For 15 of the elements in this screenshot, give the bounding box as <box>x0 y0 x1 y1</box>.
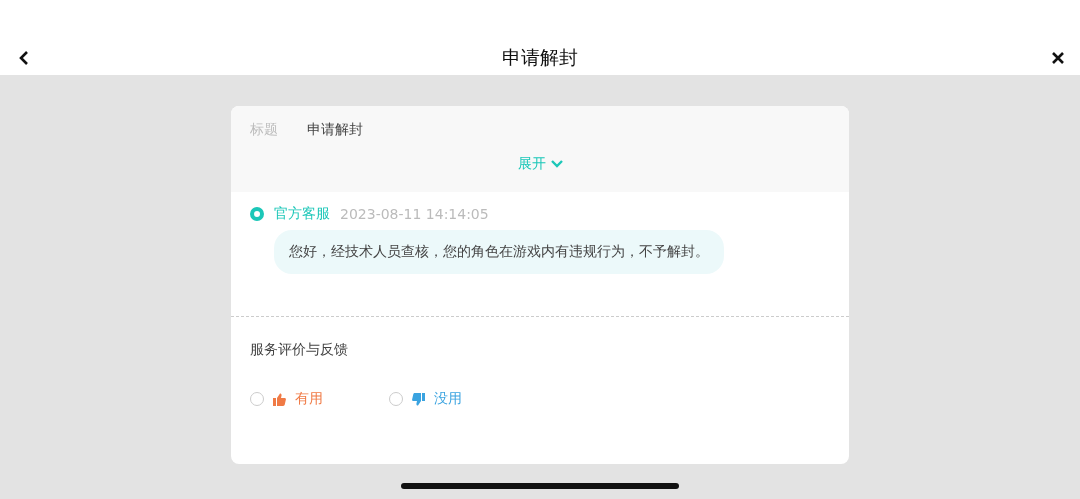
thumbs-down-icon <box>412 392 425 406</box>
field-value: 申请解封 <box>307 121 363 139</box>
page-title: 申请解封 <box>502 46 578 68</box>
back-icon <box>19 51 29 65</box>
timestamp: 2023-08-11 14:14:05 <box>340 206 489 222</box>
section-heading: 服务评价与反馈 <box>250 341 349 359</box>
thumbs-up-icon <box>273 392 286 406</box>
message-bubble: 您好，经技术人员查核，您的角色在游戏内有违规行为，不予解封。 <box>274 230 724 274</box>
sender-name: 官方客服 <box>274 205 330 223</box>
status-dot-icon <box>250 207 264 221</box>
option-label[interactable]: 没用 <box>434 390 462 408</box>
field-label: 标题 <box>250 121 279 139</box>
expand-button[interactable]: 展开 <box>517 155 563 173</box>
option-label[interactable]: 有用 <box>295 390 323 408</box>
close-icon <box>1052 52 1064 64</box>
